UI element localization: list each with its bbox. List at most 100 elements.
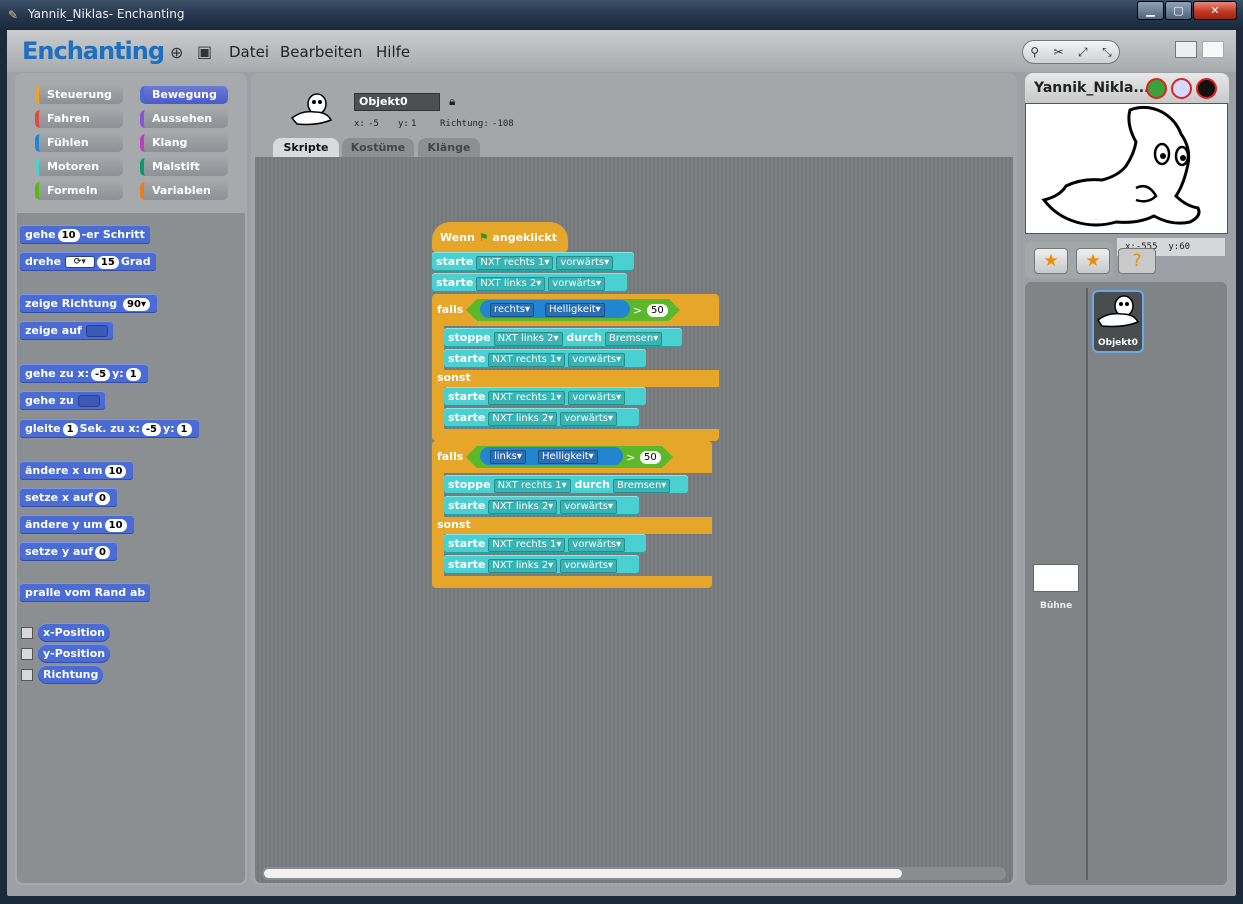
category-malstift[interactable]: Malstift [140,158,228,176]
minimize-button[interactable]: ▁ [1137,1,1164,20]
block-starte[interactable]: starte NXT rechts 1▾ vorwärts▾ [444,534,646,553]
target-dropdown[interactable] [77,395,100,407]
block-starte[interactable]: starte NXT links 2▾ vorwärts▾ [444,496,639,515]
direction-dropdown[interactable]: vorwärts▾ [568,538,626,552]
number-input[interactable]: 0 [94,492,110,505]
direction-dropdown[interactable]: vorwärts▾ [568,353,626,367]
block-starte[interactable]: starte NXT links 2▾ vorwärts▾ [432,273,627,292]
direction-dropdown[interactable]: vorwärts▾ [560,412,618,426]
block-aendere-x[interactable]: ändere x um 10 [20,461,134,480]
tab-klaenge[interactable]: Klänge [418,138,480,158]
direction-dropdown[interactable]: vorwärts▾ [548,277,606,291]
direction-dropdown[interactable]: vorwärts▾ [560,500,618,514]
menu-datei[interactable]: Datei [229,43,269,61]
sensor-type-dropdown[interactable]: Helligkeit▾ [545,303,605,317]
threshold-input[interactable]: 50 [640,451,661,464]
block-starte[interactable]: starte NXT links 2▾ vorwärts▾ [444,408,639,427]
direction-dropdown[interactable]: 90▾ [123,298,150,311]
sensor-type-dropdown[interactable]: Helligkeit▾ [538,450,598,464]
stop-mode-dropdown[interactable]: Bremsen▾ [612,479,671,493]
number-input[interactable]: 10 [104,519,127,532]
sprite-name-input[interactable]: Objekt0 [354,93,440,111]
motor-dropdown[interactable]: NXT rechts 1▾ [488,391,566,405]
block-drehe[interactable]: drehe ⟳▾ 15 Grad [20,252,156,271]
reporter-x-position[interactable]: x-Position [38,623,111,642]
sprite-tile-objekt0[interactable]: Objekt0 [1092,290,1144,353]
save-icon[interactable]: ▣ [197,42,212,61]
direction-dropdown[interactable]: vorwärts▾ [556,256,614,270]
upload-icon[interactable] [1171,78,1192,99]
grow-icon[interactable]: ⤢ [1078,45,1088,60]
stop-mode-dropdown[interactable]: Bremsen▾ [604,332,663,346]
category-bewegung[interactable]: Bewegung [140,86,228,104]
scrollbar-thumb[interactable] [264,869,902,878]
close-button[interactable]: ✕ [1193,1,1237,20]
block-zeige-auf[interactable]: zeige auf [20,321,113,340]
choose-sprite-icon[interactable]: ★ [1076,248,1110,274]
block-gehe-zu-xy[interactable]: gehe zu x: -5 y: 1 [20,364,148,383]
green-flag-icon[interactable] [1146,78,1167,99]
block-pralle[interactable]: pralle vom Rand ab [20,583,151,602]
number-input[interactable]: 10 [104,465,127,478]
stage-thumbnail[interactable] [1033,564,1079,592]
target-dropdown[interactable] [85,325,108,337]
sensor-side-dropdown[interactable]: rechts▾ [490,303,535,317]
show-x-position-checkbox[interactable] [21,627,33,639]
block-starte[interactable]: starte NXT links 2▾ vorwärts▾ [444,555,639,574]
category-fahren[interactable]: Fahren [35,110,123,128]
direction-dropdown[interactable]: vorwärts▾ [568,391,626,405]
stamp-icon[interactable]: ⚲ [1030,45,1039,59]
number-input[interactable]: 15 [96,256,119,269]
ghost-sprite[interactable] [1026,104,1229,235]
motor-dropdown[interactable]: NXT links 2▾ [488,500,558,514]
block-starte[interactable]: starte NXT rechts 1▾ vorwärts▾ [444,387,646,406]
category-aussehen[interactable]: Aussehen [140,110,228,128]
motor-dropdown[interactable]: NXT rechts 1▾ [493,479,571,493]
motor-dropdown[interactable]: NXT links 2▾ [476,277,546,291]
menu-bearbeiten[interactable]: Bearbeiten [280,43,362,61]
category-klang[interactable]: Klang [140,134,228,152]
show-y-position-checkbox[interactable] [21,648,33,660]
layout-small-icon[interactable] [1202,41,1224,58]
block-aendere-y[interactable]: ändere y um 10 [20,515,134,534]
seconds-input[interactable]: 1 [62,423,78,436]
category-variablen[interactable]: Variablen [140,182,228,200]
motor-dropdown[interactable]: NXT rechts 1▾ [488,538,566,552]
category-formeln[interactable]: Formeln [35,182,123,200]
maximize-button[interactable]: ▢ [1165,1,1192,20]
motor-dropdown[interactable]: NXT rechts 1▾ [488,353,566,367]
block-starte[interactable]: starte NXT rechts 1▾ vorwärts▾ [444,349,646,368]
motor-dropdown[interactable]: NXT rechts 1▾ [476,256,554,270]
block-starte[interactable]: starte NXT rechts 1▾ vorwärts▾ [432,252,634,271]
block-setze-x[interactable]: setze x auf 0 [20,488,117,507]
block-stoppe[interactable]: stoppe NXT links 2▾ durch Bremsen▾ [444,328,682,347]
y-input[interactable]: 1 [125,368,141,381]
tab-skripte[interactable]: Skripte [273,138,339,158]
paint-new-sprite-icon[interactable]: ★ [1034,248,1068,274]
stage-canvas[interactable] [1025,103,1228,234]
reporter-richtung[interactable]: Richtung [38,665,104,684]
number-input[interactable]: 0 [95,546,110,559]
block-setze-y[interactable]: setze y auf 0 [20,542,117,561]
block-gleite[interactable]: gleite 1 Sek. zu x: -5 y: 1 [20,419,199,438]
motor-dropdown[interactable]: NXT links 2▾ [488,559,558,573]
layout-normal-icon[interactable] [1175,41,1197,58]
block-when-flag-clicked[interactable]: Wenn ⚑ angeklickt [432,222,568,252]
block-gehe-schritt[interactable]: gehe 10 -er Schritt [20,225,150,244]
scissors-icon[interactable]: ✂ [1054,45,1064,59]
threshold-input[interactable]: 50 [647,304,668,317]
rotate-direction-dropdown[interactable]: ⟳▾ [64,256,95,268]
stop-icon[interactable] [1196,78,1217,99]
x-input[interactable]: -5 [91,368,111,381]
tab-kostueme[interactable]: Kostüme [342,138,414,158]
sensor-side-dropdown[interactable]: links▾ [490,450,526,464]
block-zeige-richtung[interactable]: zeige Richtung 90▾ [20,294,157,313]
block-gehe-zu[interactable]: gehe zu [20,391,105,410]
number-input[interactable]: 10 [57,229,80,242]
globe-icon[interactable]: ⊕ [170,43,183,62]
menu-hilfe[interactable]: Hilfe [376,43,410,61]
lock-icon[interactable]: 🔒︎ [449,94,455,109]
y-input[interactable]: 1 [176,423,192,436]
category-fuehlen[interactable]: Fühlen [35,134,123,152]
category-steuerung[interactable]: Steuerung [35,86,123,104]
